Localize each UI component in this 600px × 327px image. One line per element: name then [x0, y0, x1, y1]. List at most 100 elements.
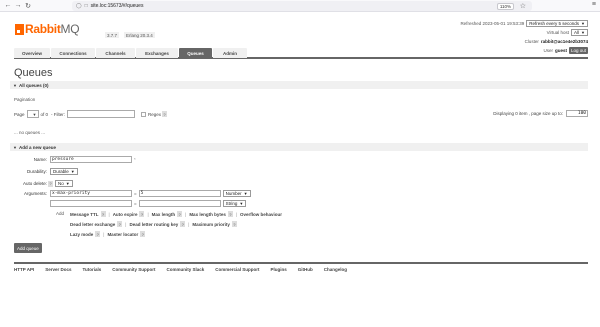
bookmark-star-icon[interactable]: ☆ [520, 2, 526, 10]
tab-channels[interactable]: Channels [96, 48, 135, 58]
displaying-label: Displaying 0 item , page size up to: [493, 111, 563, 116]
footer-link-http-api[interactable]: HTTP API [14, 267, 34, 272]
page-size-input[interactable]: 100 [566, 110, 588, 117]
argument-key-input-empty[interactable] [50, 200, 132, 207]
auto-delete-select[interactable]: No ▼ [55, 180, 73, 187]
durability-row: Durability: Durable ▼ [14, 168, 78, 175]
footer-link-commercial-support[interactable]: Commercial Support [215, 267, 259, 272]
main-nav-tabs: Overview Connections Channels Exchanges … [14, 48, 588, 59]
add-queue-section-header[interactable]: ▼ Add a new queue [10, 143, 588, 151]
chip-dead-letter-exchange[interactable]: Dead letter exchange [70, 222, 115, 227]
add-queue-heading: Add a new queue [18, 144, 56, 150]
argument-value-input-empty[interactable] [138, 200, 221, 207]
shield-icon: ◯ [76, 3, 82, 9]
add-argument-label: Add [56, 211, 65, 216]
chip-max-length-bytes[interactable]: Max length bytes [189, 212, 226, 217]
help-icon[interactable]: ? [139, 211, 145, 217]
help-icon[interactable]: ? [180, 221, 186, 227]
name-row: Name: pressure * [14, 156, 136, 163]
tab-overview[interactable]: Overview [14, 48, 50, 58]
help-icon[interactable]: ? [177, 211, 183, 217]
argument-key-input[interactable]: x-max-priority [50, 190, 132, 197]
page-size-controls: Displaying 0 item , page size up to: 100 [493, 110, 588, 117]
durability-label: Durability: [26, 169, 47, 174]
filter-label: - Filter: [51, 111, 66, 117]
back-arrow-icon[interactable]: ← [3, 1, 13, 11]
page-title: Queues [14, 67, 53, 79]
help-icon[interactable]: ? [227, 211, 233, 217]
filter-input[interactable] [67, 110, 136, 118]
tab-connections[interactable]: Connections [51, 48, 95, 58]
chevron-down-icon: ▼ [239, 201, 244, 206]
virtual-host-select[interactable]: All ▼ [571, 29, 588, 36]
argument-type-select[interactable]: Number ▼ [222, 190, 251, 197]
pagination-label: Pagination [14, 97, 36, 102]
add-queue-button[interactable]: Add queue [14, 243, 42, 253]
chevron-down-icon: ▼ [13, 82, 17, 88]
address-bar[interactable]: ◯ □ site.loc:15673/#/queues 110% ☆ [72, 1, 532, 11]
refresh-interval-select[interactable]: Refresh every 5 seconds ▼ [526, 20, 588, 27]
logo-text-rabbit: Rabbit [25, 22, 61, 36]
footer-link-community-support[interactable]: Community Support [112, 267, 155, 272]
help-icon[interactable]: ? [231, 221, 237, 227]
chip-overflow-behaviour[interactable]: Overflow behaviour [240, 212, 282, 217]
chip-message-ttl[interactable]: Message TTL [70, 212, 99, 217]
of-pages-label: of 0 [40, 111, 49, 117]
chip-max-length[interactable]: Max length [152, 212, 176, 217]
chevron-down-icon: ▼ [32, 111, 37, 117]
footer-link-tutorials[interactable]: Tutorials [83, 267, 102, 272]
regex-help-icon[interactable]: ? [162, 111, 168, 117]
browser-toolbar: ← → ↻ ◯ □ site.loc:15673/#/queues 110% ☆… [0, 0, 600, 12]
required-mark: * [134, 157, 136, 162]
cluster-label: Cluster [524, 39, 539, 44]
reload-icon[interactable]: ↻ [23, 1, 33, 11]
footer-link-changelog[interactable]: Changelog [324, 267, 347, 272]
all-queues-heading: All queues (0) [18, 82, 49, 88]
help-icon[interactable]: ? [100, 211, 106, 217]
virtual-host-label: Virtual host [546, 30, 570, 35]
footer-link-github[interactable]: GitHub [298, 267, 313, 272]
help-icon[interactable]: ? [140, 231, 146, 237]
name-label: Name: [33, 157, 47, 162]
rabbitmq-version: 3.7.7 [105, 32, 120, 38]
chevron-down-icon: ▼ [581, 21, 585, 26]
arguments-label: Arguments: [23, 191, 47, 196]
rabbitmq-logo-icon [15, 23, 24, 35]
chevron-down-icon: ▼ [13, 144, 17, 150]
rabbitmq-logo[interactable]: RabbitMQ [15, 22, 80, 36]
regex-checkbox[interactable] [141, 111, 147, 117]
footer-link-plugins[interactable]: Plugins [271, 267, 287, 272]
menu-icon[interactable]: ≡ [592, 1, 596, 8]
queue-name-input[interactable]: pressure [50, 156, 132, 163]
chevron-down-icon: ▼ [70, 169, 75, 174]
argument-value-input[interactable]: 5 [138, 190, 221, 197]
chip-maximum-priority[interactable]: Maximum priority [192, 222, 230, 227]
footer-link-server-docs[interactable]: Server Docs [45, 267, 71, 272]
durability-select[interactable]: Durable ▼ [50, 168, 78, 175]
footer-link-community-slack[interactable]: Community Slack [166, 267, 204, 272]
forward-arrow-icon[interactable]: → [13, 1, 23, 11]
all-queues-section-header[interactable]: ▼ All queues (0) [10, 81, 588, 89]
tab-queues[interactable]: Queues [179, 48, 212, 58]
auto-delete-help-icon[interactable]: ? [48, 180, 53, 187]
chip-auto-expire[interactable]: Auto expire [113, 212, 138, 217]
tab-exchanges[interactable]: Exchanges [136, 48, 178, 58]
chip-master-locator[interactable]: Master locator [107, 232, 138, 237]
page-info-icon: □ [84, 3, 88, 9]
help-icon[interactable]: ? [117, 221, 123, 227]
chip-lazy-mode[interactable]: Lazy mode [70, 232, 93, 237]
chevron-down-icon: ▼ [65, 181, 70, 186]
equals-sign: = [134, 201, 137, 206]
chip-dead-letter-routing-key[interactable]: Dead letter routing key [129, 222, 178, 227]
arguments-row-1: Arguments: x-max-priority = 5 Number ▼ [14, 190, 251, 197]
logo-text-mq: MQ [60, 22, 80, 36]
auto-delete-label: Auto delete: [22, 181, 47, 186]
page-select[interactable]: ▼ [26, 110, 39, 118]
zoom-level-badge[interactable]: 110% [496, 2, 514, 10]
argument-type-select-2[interactable]: String ▼ [222, 200, 247, 207]
argument-shortcuts-row-1: Message TTL? | Auto expire? | Max length? |… [70, 211, 283, 217]
chevron-down-icon: ▼ [581, 30, 585, 35]
chevron-down-icon: ▼ [243, 191, 248, 196]
help-icon[interactable]: ? [95, 231, 101, 237]
tab-admin[interactable]: Admin [213, 48, 247, 58]
